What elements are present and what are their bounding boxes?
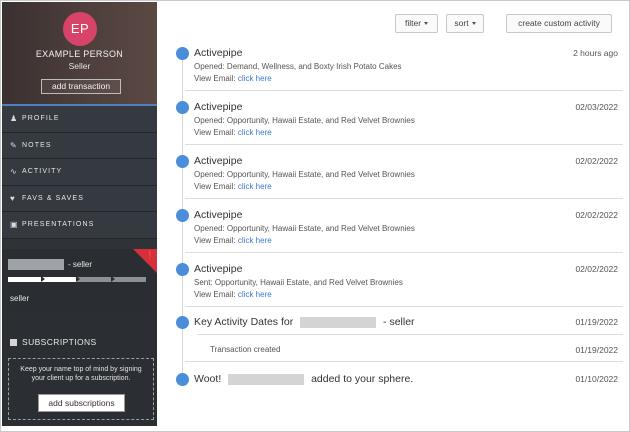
timeline-dot — [176, 263, 189, 276]
timeline-dot — [176, 155, 189, 168]
view-email-prefix: View Email: — [194, 74, 236, 83]
sidebar-item-presentations[interactable]: ▣ PRESENTATIONS — [2, 212, 157, 239]
subscriptions-box: Keep your name top of mind by signing yo… — [8, 358, 154, 420]
progress-step-marker — [76, 276, 80, 282]
woot-prefix: Woot! — [194, 373, 222, 385]
entry-date: 01/19/2022 — [575, 317, 618, 327]
progress-step-marker — [41, 276, 45, 282]
timeline-dot — [176, 47, 189, 60]
view-email-link[interactable]: click here — [238, 182, 272, 191]
entry-date: 02/02/2022 — [575, 264, 618, 274]
view-email-link[interactable]: click here — [238, 128, 272, 137]
subscriptions-title-text: SUBSCRIPTIONS — [22, 337, 97, 347]
entry-divider — [185, 198, 623, 199]
entry-title: Activepipe — [194, 47, 243, 59]
entry-view-email: View Email: click here — [194, 290, 272, 299]
presentation-icon: ▣ — [10, 220, 19, 230]
entry-title: Activepipe — [194, 101, 243, 113]
add-subscriptions-button[interactable]: add subscriptions — [38, 394, 125, 412]
activity-timeline: Activepipe 2 hours ago Opened: Demand, W… — [157, 2, 628, 426]
sidebar-item-label: ACTIVITY — [22, 168, 63, 176]
sidebar-nav: ♟ PROFILE ✎ NOTES ∿ ACTIVITY ♥ FAVS & SA… — [2, 106, 157, 239]
activity-icon: ∿ — [10, 167, 18, 177]
entry-divider — [185, 306, 623, 307]
sidebar-item-favs-saves[interactable]: ♥ FAVS & SAVES — [2, 185, 157, 212]
key-dates-prefix: Key Activity Dates for — [194, 316, 294, 328]
woot-suffix: added to your sphere. — [311, 373, 414, 385]
entry-divider — [185, 252, 623, 253]
entry-detail: Opened: Opportunity, Hawaii Estate, and … — [194, 116, 415, 125]
sidebar-item-profile[interactable]: ♟ PROFILE — [2, 106, 157, 133]
redacted-name — [228, 373, 305, 385]
entry-date: 2 hours ago — [573, 48, 618, 58]
alert-icon: ❗ — [145, 251, 155, 260]
profile-role: Seller — [68, 61, 91, 71]
view-email-prefix: View Email: — [194, 236, 236, 245]
timeline-dot — [176, 101, 189, 114]
entry-divider — [185, 361, 623, 362]
entry-divider — [197, 334, 623, 335]
entry-title: Activepipe — [194, 263, 243, 275]
subscriptions-section: SUBSCRIPTIONS Keep your name top of mind… — [2, 311, 157, 426]
sub-entry-date: 01/19/2022 — [575, 345, 618, 355]
entry-detail: Opened: Opportunity, Hawaii Estate, and … — [194, 224, 415, 233]
view-email-prefix: View Email: — [194, 182, 236, 191]
add-transaction-button[interactable]: add transaction — [41, 79, 121, 94]
entry-title: Activepipe — [194, 209, 243, 221]
subscriptions-icon — [10, 338, 17, 346]
entry-title: Woot! added to your sphere. — [194, 373, 413, 385]
seller-label: seller — [10, 294, 30, 303]
entry-detail: Sent: Opportunity, Hawaii Estate, and Re… — [194, 278, 403, 287]
entry-divider — [185, 90, 623, 91]
entry-title: Key Activity Dates for - seller — [194, 316, 415, 328]
entry-view-email: View Email: click here — [194, 128, 272, 137]
sidebar-item-label: FAVS & SAVES — [22, 194, 84, 202]
entry-date: 01/10/2022 — [575, 374, 618, 384]
avatar[interactable]: EP — [63, 12, 97, 46]
sidebar-item-label: PRESENTATIONS — [22, 221, 95, 229]
subscriptions-title: SUBSCRIPTIONS — [10, 337, 97, 347]
entry-view-email: View Email: click here — [194, 182, 272, 191]
entry-detail: Opened: Demand, Wellness, and Boxty Iris… — [194, 62, 402, 71]
seller-status-card: - seller ❗ seller — [2, 249, 157, 311]
entry-view-email: View Email: click here — [194, 74, 272, 83]
view-email-link[interactable]: click here — [238, 74, 272, 83]
entry-detail: Opened: Opportunity, Hawaii Estate, and … — [194, 170, 415, 179]
subscriptions-text: Keep your name top of mind by signing yo… — [20, 366, 142, 382]
entry-date: 02/02/2022 — [575, 156, 618, 166]
entry-date: 02/03/2022 — [575, 102, 618, 112]
view-email-link[interactable]: click here — [238, 236, 272, 245]
sidebar-item-notes[interactable]: ✎ NOTES — [2, 132, 157, 159]
entry-divider — [185, 144, 623, 145]
profile-card: EP EXAMPLE PERSON Seller add transaction — [2, 2, 157, 104]
entry-view-email: View Email: click here — [194, 236, 272, 245]
view-email-prefix: View Email: — [194, 290, 236, 299]
progress-step-marker — [111, 276, 115, 282]
seller-progress-bar — [8, 276, 146, 282]
timeline-dot — [176, 209, 189, 222]
notes-icon: ✎ — [10, 140, 18, 150]
key-dates-suffix: - seller — [383, 316, 415, 328]
timeline-dot — [176, 373, 189, 386]
redacted-name — [300, 316, 377, 328]
seller-suffix: - seller — [68, 260, 93, 269]
redacted-name — [8, 259, 64, 270]
view-email-prefix: View Email: — [194, 128, 236, 137]
timeline-dot — [176, 316, 189, 329]
sidebar-item-label: NOTES — [22, 141, 52, 149]
profile-name: EXAMPLE PERSON — [35, 49, 124, 59]
heart-icon: ♥ — [10, 193, 16, 203]
sub-entry-text: Transaction created — [210, 345, 281, 354]
entry-title: Activepipe — [194, 155, 243, 167]
sidebar-item-activity[interactable]: ∿ ACTIVITY — [2, 159, 157, 186]
activity-panel: filter sort create custom activity Activ… — [157, 2, 628, 426]
sidebar: EP EXAMPLE PERSON Seller add transaction… — [2, 2, 157, 426]
view-email-link[interactable]: click here — [238, 290, 272, 299]
entry-date: 02/02/2022 — [575, 210, 618, 220]
person-icon: ♟ — [10, 114, 19, 124]
sidebar-item-label: PROFILE — [22, 115, 60, 123]
